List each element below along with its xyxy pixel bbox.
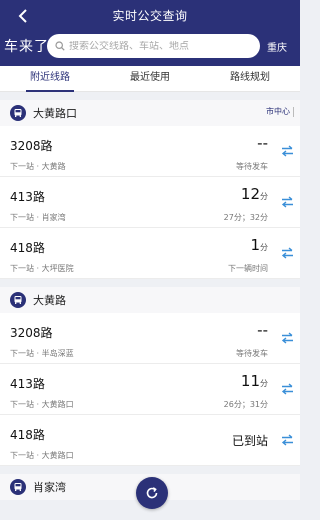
eta-unit: 分 — [260, 192, 268, 201]
stop-area-tag: 市中心 — [266, 107, 294, 117]
next-stop: 下一站 · 肖家湾 — [10, 213, 66, 222]
route-row[interactable]: 418路 下一站 · 大坪医院 1分 下一辆时间 — [0, 228, 300, 279]
eta-value: -- — [257, 134, 268, 152]
tab-recent[interactable]: 最近使用 — [100, 66, 200, 91]
city-selector[interactable]: 重庆 — [267, 39, 287, 54]
route-number: 3208路 — [10, 139, 53, 153]
divider — [0, 279, 300, 287]
next-stop: 下一站 · 大黄路 — [10, 162, 66, 171]
next-stop: 下一站 · 半岛深蓝 — [10, 349, 74, 358]
swap-direction-button[interactable] — [279, 143, 295, 159]
eta-number: -- — [257, 321, 268, 339]
search-box[interactable] — [47, 34, 260, 58]
route-number: 413路 — [10, 377, 45, 391]
search-icon — [55, 41, 65, 51]
eta-sub: 等待发车 — [236, 349, 268, 358]
stop-header[interactable]: 大黄路口 市中心 — [0, 100, 300, 126]
eta-number: 12 — [240, 185, 260, 203]
app-header: 实时公交查询 车来了 重庆 — [0, 0, 300, 66]
swap-direction-button[interactable] — [279, 194, 295, 210]
swap-arrows-icon — [281, 383, 293, 395]
swap-direction-button[interactable] — [279, 330, 295, 346]
refresh-icon — [146, 487, 158, 499]
route-row[interactable]: 3208路 下一站 · 半岛深蓝 -- 等待发车 — [0, 313, 300, 364]
eta-value: -- — [257, 321, 268, 339]
swap-arrows-icon — [281, 196, 293, 208]
eta-sub: 27分；32分 — [223, 213, 268, 222]
swap-direction-button[interactable] — [279, 432, 295, 448]
route-number: 418路 — [10, 241, 45, 255]
stop-header[interactable]: 大黄路 — [0, 287, 300, 313]
eta-number: -- — [257, 134, 268, 152]
eta-sub: 26分；31分 — [223, 400, 268, 409]
route-number: 3208路 — [10, 326, 53, 340]
swap-arrows-icon — [281, 247, 293, 259]
route-row[interactable]: 413路 下一站 · 肖家湾 12分 27分；32分 — [0, 177, 300, 228]
eta-unit: 分 — [260, 243, 268, 252]
eta-number: 已到站 — [231, 434, 268, 448]
search-row: 车来了 重庆 — [0, 33, 300, 59]
brand-logo: 车来了 — [4, 39, 49, 55]
eta-sub: 下一辆时间 — [228, 264, 268, 273]
stop-name: 大黄路 — [33, 294, 66, 307]
eta-value: 1分 — [250, 236, 268, 254]
swap-arrows-icon — [281, 332, 293, 344]
next-stop: 下一站 · 大黄路口 — [10, 400, 74, 409]
swap-direction-button[interactable] — [279, 245, 295, 261]
bus-icon — [10, 292, 26, 308]
eta-value: 12分 — [241, 185, 268, 203]
next-stop: 下一站 · 大黄路口 — [10, 451, 74, 460]
stop-name: 肖家湾 — [33, 481, 66, 494]
eta-number: 11 — [240, 372, 260, 390]
swap-arrows-icon — [281, 434, 293, 446]
divider — [0, 466, 300, 474]
page-title: 实时公交查询 — [112, 9, 188, 23]
next-stop: 下一站 · 大坪医院 — [10, 264, 74, 273]
route-row[interactable]: 3208路 下一站 · 大黄路 -- 等待发车 — [0, 126, 300, 177]
eta-unit: 分 — [260, 379, 268, 388]
route-number: 418路 — [10, 428, 45, 442]
divider — [0, 92, 300, 100]
route-row[interactable]: 418路 下一站 · 大黄路口 已到站 — [0, 415, 300, 466]
eta-value: 11分 — [241, 372, 268, 390]
bus-icon — [10, 105, 26, 121]
swap-arrows-icon — [281, 145, 293, 157]
bus-icon — [10, 479, 26, 495]
stop-name: 大黄路口 — [33, 107, 77, 120]
tab-bar: 附近线路 最近使用 路线规划 — [0, 66, 300, 92]
swap-direction-button[interactable] — [279, 381, 295, 397]
tab-route-plan[interactable]: 路线规划 — [200, 66, 300, 91]
eta-number: 1 — [250, 236, 260, 254]
route-number: 413路 — [10, 190, 45, 204]
tab-nearby[interactable]: 附近线路 — [0, 66, 100, 92]
eta-sub: 等待发车 — [236, 162, 268, 171]
search-input[interactable] — [69, 40, 249, 52]
eta-value: 已到站 — [232, 432, 268, 449]
route-row[interactable]: 413路 下一站 · 大黄路口 11分 26分；31分 — [0, 364, 300, 415]
refresh-button[interactable] — [136, 477, 168, 509]
